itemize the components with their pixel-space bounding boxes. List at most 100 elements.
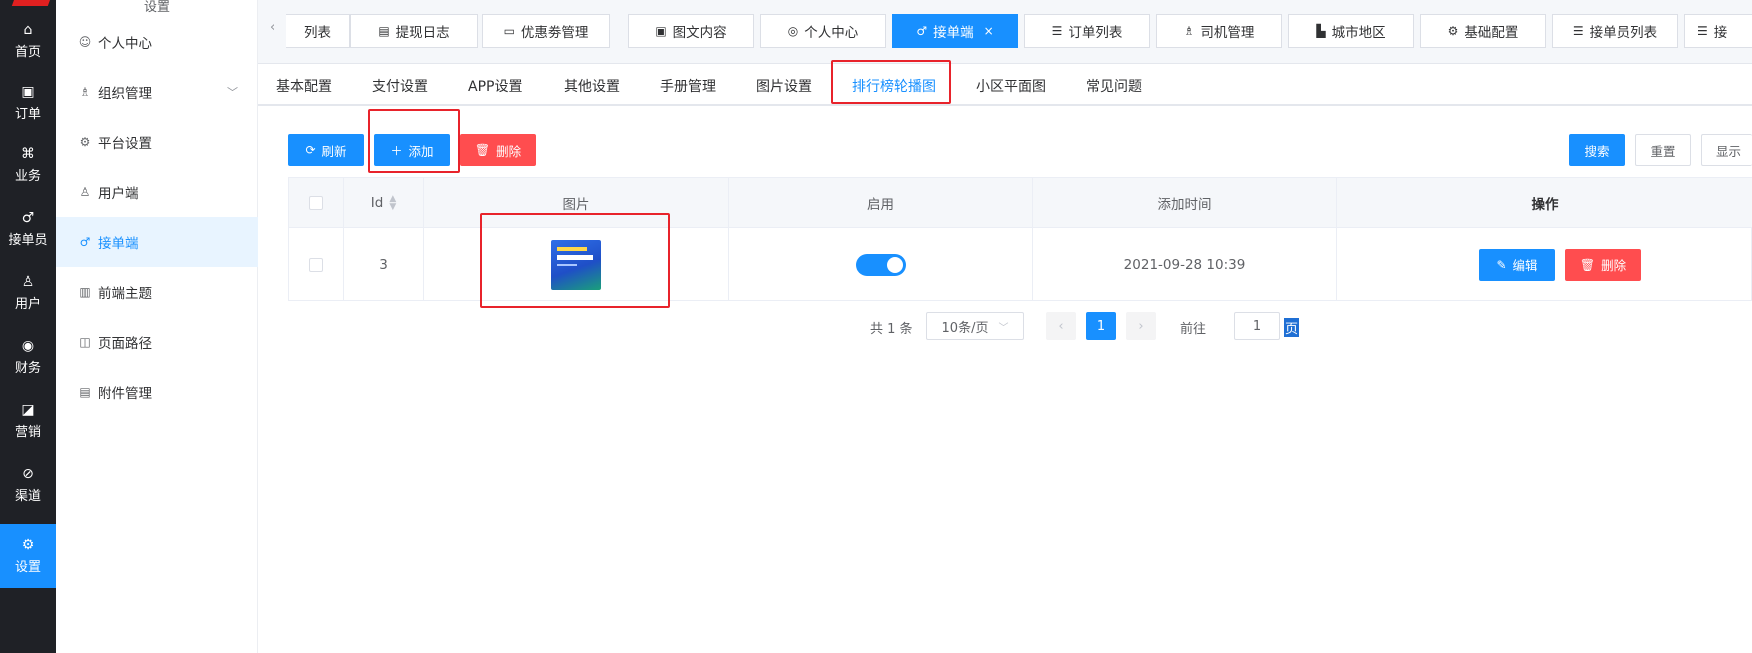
next-page-button[interactable]: › [1126, 312, 1156, 340]
tab-driver-management[interactable]: ♗ 司机管理 [1156, 14, 1282, 48]
sidebar-item-platform-settings[interactable]: ⚙ 平台设置 [56, 117, 258, 167]
chevron-down-icon: ﹀ [227, 86, 238, 99]
header-id[interactable]: Id ▲ ▼ [344, 178, 424, 227]
tab-overflow[interactable]: ☰ 接 [1684, 14, 1752, 48]
rail-item-channels[interactable]: ⊘ 渠道 [0, 454, 56, 516]
page-number-current[interactable]: 1 [1086, 312, 1116, 340]
subtab-basic-config[interactable]: 基本配置 [276, 76, 332, 96]
tab-label: 优惠劵管理 [520, 25, 589, 41]
rail-item-label: 订单 [14, 107, 41, 122]
row-delete-button[interactable]: 🗑 删除 [1565, 248, 1641, 281]
gear-icon: ⚙ [79, 135, 91, 149]
sidebar-item-personal-center[interactable]: ☺ 个人中心 [56, 17, 258, 67]
compass-icon: ⊘ [22, 466, 34, 482]
plus-icon: ＋ [390, 143, 403, 158]
tab-courier-list[interactable]: ☰ 接单员列表 [1552, 14, 1678, 48]
search-button[interactable]: 搜索 [1569, 134, 1625, 166]
user-circle-icon: ☺ [78, 35, 92, 49]
delete-label: 删除 [496, 143, 522, 159]
rail-item-home[interactable]: ⌂ 首页 [0, 10, 56, 72]
toggle-knob [886, 256, 903, 273]
tab-order-list[interactable]: ☰ 订单列表 [1024, 14, 1150, 48]
tab-courier-side[interactable]: ♂ 接单端 × [892, 14, 1018, 48]
reset-button[interactable]: 重置 [1635, 134, 1691, 166]
add-label: 添加 [408, 143, 434, 159]
chevron-left-icon[interactable]: ‹ [270, 20, 275, 35]
rail-item-label: 渠道 [14, 489, 41, 504]
settings-sidebar: 设置 ☺ 个人中心 ♗ 组织管理 ﹀ ⚙ 平台设置 ♙ 用户端 ♂ 接单端 ▥ … [56, 0, 258, 653]
tab-rich-content[interactable]: ▣ 图文内容 [628, 14, 754, 48]
rail-item-label: 接单员 [8, 233, 48, 248]
prev-page-button[interactable]: ‹ [1046, 312, 1076, 340]
subtab-payment-settings[interactable]: 支付设置 [372, 76, 428, 96]
header-time-label: 添加时间 [1157, 196, 1212, 213]
tab-coupon-management[interactable]: ▭ 优惠劵管理 [482, 14, 610, 48]
select-all-checkbox[interactable] [309, 195, 323, 210]
delete-button[interactable]: 🗑 删除 [460, 134, 536, 166]
display-label: 显示 [1716, 143, 1742, 159]
tab-label: 订单列表 [1068, 25, 1123, 41]
sidebar-title: 设置 [143, 0, 170, 15]
subtab-image-settings[interactable]: 图片设置 [756, 76, 812, 96]
close-icon[interactable]: × [984, 24, 994, 38]
subtab-app-settings[interactable]: APP设置 [468, 76, 522, 96]
sidebar-item-frontend-theme[interactable]: ▥ 前端主题 [56, 267, 258, 317]
user-add-icon: ♂ [79, 235, 91, 249]
cell-added-time: 2021-09-28 10:39 [1033, 228, 1337, 301]
goto-label: 前往 [1180, 322, 1207, 337]
sidebar-item-attachments[interactable]: ▤ 附件管理 [56, 367, 258, 417]
business-icon: ⌘ [21, 146, 35, 162]
sidebar-item-page-paths[interactable]: ◫ 页面路径 [56, 317, 258, 367]
row-select[interactable] [289, 228, 344, 301]
rail-item-finance[interactable]: ◉ 财务 [0, 326, 56, 388]
page-size-value: 10条/页 [941, 320, 989, 336]
rail-item-orders[interactable]: ▣ 订单 [0, 72, 56, 134]
refresh-button[interactable]: ⟳ 刷新 [288, 134, 364, 166]
data-table: Id ▲ ▼ 图片 启用 添加时间 操作 3 2021-09-28 10:39 … [288, 177, 1752, 301]
page-size-select[interactable]: 10条/页 ﹀ [926, 312, 1024, 340]
edit-button[interactable]: ✎ 编辑 [1479, 248, 1555, 281]
tab-basic-config[interactable]: ⚙ 基础配置 [1420, 14, 1546, 48]
subtab-other-settings[interactable]: 其他设置 [564, 76, 620, 96]
tab-city-region[interactable]: ▙ 城市地区 [1288, 14, 1414, 48]
sidebar-item-label: 平台设置 [98, 136, 152, 152]
sidebar-item-organization[interactable]: ♗ 组织管理 ﹀ [56, 67, 258, 117]
sidebar-item-user-side[interactable]: ♙ 用户端 [56, 167, 258, 217]
header-select-all[interactable] [289, 178, 344, 227]
document-icon: ▣ [655, 24, 667, 38]
rail-item-courier[interactable]: ♂ 接单员 [0, 198, 56, 260]
search-label: 搜索 [1584, 143, 1610, 159]
carousel-image-thumbnail[interactable] [551, 239, 601, 290]
user-add-icon: ♂ [916, 24, 928, 38]
reset-label: 重置 [1650, 143, 1676, 159]
tab-withdraw-log[interactable]: ▤ 提现日志 [350, 14, 478, 48]
location-icon: ◎ [787, 24, 799, 38]
tab-list[interactable]: 列表 [286, 14, 350, 48]
display-button[interactable]: 显示 [1701, 134, 1752, 166]
rail-item-settings[interactable]: ⚙ 设置 [0, 524, 56, 588]
sidebar-item-courier-side[interactable]: ♂ 接单端 [56, 217, 258, 267]
rail-item-marketing[interactable]: ◪ 营销 [0, 390, 56, 452]
goto-page-input[interactable]: 1 [1234, 312, 1280, 340]
building-icon: ▙ [1316, 24, 1326, 38]
rail-item-users[interactable]: ♙ 用户 [0, 262, 56, 324]
subtab-faq[interactable]: 常见问题 [1086, 76, 1142, 96]
tab-label: 列表 [304, 25, 331, 41]
sort-icon[interactable]: ▲ ▼ [389, 194, 396, 211]
edit-icon: ✎ [1496, 257, 1507, 272]
list-icon: ▤ [378, 24, 390, 38]
add-button[interactable]: ＋ 添加 [374, 134, 450, 166]
header-enabled: 启用 [729, 178, 1033, 227]
enabled-toggle[interactable] [855, 253, 906, 276]
subtab-ranking-carousel[interactable]: 排行榜轮播图 [852, 76, 936, 96]
subtab-community-floor-plan[interactable]: 小区平面图 [976, 76, 1046, 96]
subtab-manual-management[interactable]: 手册管理 [660, 76, 716, 96]
sidebar-item-label: 个人中心 [98, 36, 152, 52]
users-icon: ♗ [1183, 24, 1195, 38]
row-checkbox[interactable] [309, 257, 323, 272]
thumbnail-line [557, 254, 593, 260]
gear-icon: ⚙ [21, 537, 35, 553]
rail-item-business[interactable]: ⌘ 业务 [0, 134, 56, 196]
row-delete-label: 删除 [1601, 258, 1627, 273]
tab-personal-center[interactable]: ◎ 个人中心 [760, 14, 886, 48]
